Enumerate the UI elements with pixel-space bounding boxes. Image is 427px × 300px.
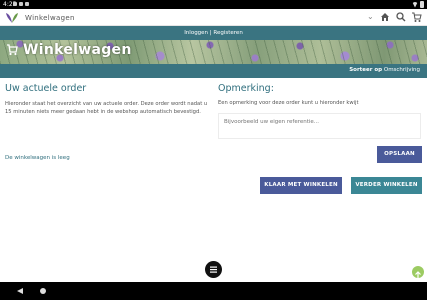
continue-shopping-button[interactable]: VERDER WINKELEN [351, 177, 422, 194]
system-nav-bar [0, 282, 427, 300]
scroll-top-button[interactable] [412, 266, 424, 278]
status-icons [13, 2, 29, 6]
battery-icon [420, 1, 424, 8]
search-input[interactable] [25, 12, 370, 23]
search-bar: ⌄ [0, 9, 427, 26]
status-bar: 4:25 [0, 0, 427, 9]
remark-heading: Opmerking: [218, 83, 274, 94]
cart-icon [7, 44, 18, 56]
wifi-icon [412, 1, 418, 8]
status-right [412, 1, 424, 8]
sort-label: Sorteer op [349, 67, 383, 73]
leaf-logo-icon[interactable] [5, 12, 19, 24]
home-icon[interactable] [380, 12, 390, 22]
back-icon[interactable] [16, 287, 24, 295]
hero-banner: Winkelwagen [0, 40, 427, 64]
empty-cart-message: De winkelwagen is leeg [5, 155, 70, 161]
remark-input[interactable] [218, 113, 421, 139]
page-title: Winkelwagen [23, 42, 132, 58]
arrow-up-icon [415, 271, 421, 278]
search-icon[interactable] [396, 12, 406, 22]
menu-icon [210, 266, 217, 273]
sort-value: Omschrijving [383, 67, 420, 73]
done-shopping-button[interactable]: KLAAR MET WINKELEN [260, 177, 342, 194]
login-bar: Inloggen | Registeren [0, 26, 427, 40]
sort-selector[interactable]: Sorteer op Omschrijving [349, 67, 420, 73]
order-heading: Uw actuele order [5, 83, 87, 94]
save-button[interactable]: OPSLAAN [377, 146, 422, 163]
register-link[interactable]: Registeren [213, 30, 242, 36]
home-circle-icon[interactable] [40, 288, 46, 294]
remark-description: Een opmerking voor deze order kunt u hie… [218, 100, 359, 106]
sort-bar: Sorteer op Omschrijving [0, 64, 427, 78]
hero-title-wrap: Winkelwagen [6, 42, 132, 58]
cart-icon[interactable] [411, 12, 422, 23]
menu-fab[interactable] [205, 261, 222, 278]
order-intro: Hieronder staat het overzicht van uw act… [5, 101, 208, 115]
chevron-down-icon[interactable]: ⌄ [367, 12, 374, 21]
login-link[interactable]: Inloggen [184, 30, 208, 36]
